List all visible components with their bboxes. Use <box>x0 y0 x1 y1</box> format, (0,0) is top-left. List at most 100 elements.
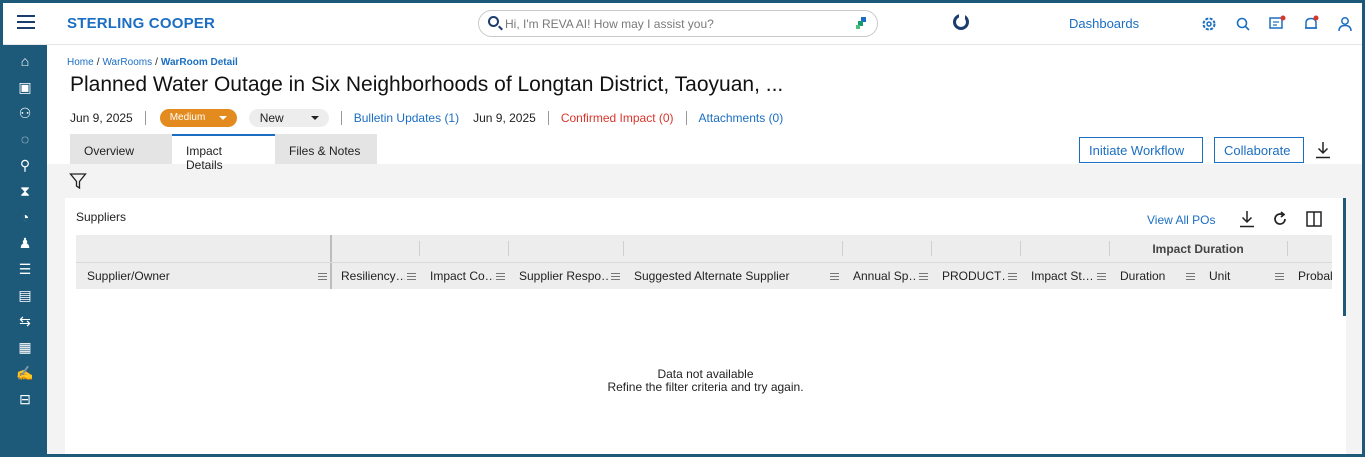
column-menu-icon[interactable] <box>1186 273 1195 280</box>
tab-impact-details[interactable]: Impact Details <box>172 134 275 172</box>
tab-overview[interactable]: Overview <box>70 134 172 164</box>
home-icon[interactable]: ⌂ <box>14 51 36 71</box>
meta-row: Jun 9, 2025 Medium New Bulletin Updates … <box>70 109 783 127</box>
gear-icon[interactable] <box>1200 15 1218 33</box>
search-icon[interactable] <box>1234 15 1252 33</box>
hand-coins-icon[interactable]: ✍ <box>14 363 36 383</box>
user-gear-icon[interactable]: ♟ <box>14 233 36 253</box>
confirmed-impact-link[interactable]: Confirmed Impact (0) <box>561 111 674 125</box>
bell-icon[interactable] <box>1302 15 1320 33</box>
refresh-icon[interactable] <box>1271 210 1289 228</box>
severity-dropdown[interactable]: Medium <box>159 109 237 127</box>
column-menu-icon[interactable] <box>919 273 928 280</box>
warroom-header: Home / WarRooms / WarRoom Detail Planned Wat… <box>47 45 1362 172</box>
column-header[interactable]: Impact Co… <box>430 263 494 289</box>
divider <box>144 111 146 125</box>
suppliers-title: Suppliers <box>76 210 127 224</box>
tab-bar: Overview Impact Details Files & Notes <box>70 134 377 172</box>
top-bar: STERLING COOPER Dashboards <box>3 3 1362 45</box>
column-menu-icon[interactable] <box>318 273 327 280</box>
main-content: Home / WarRooms / WarRoom Detail Planned Wat… <box>47 45 1362 454</box>
transfer-icon[interactable]: ⇆ <box>14 311 36 331</box>
column-menu-icon[interactable] <box>1008 273 1017 280</box>
breadcrumb-home[interactable]: Home <box>67 57 94 68</box>
reva-ai-icon[interactable] <box>855 16 869 30</box>
reva-search-input[interactable] <box>505 15 845 33</box>
chat-alert-icon[interactable] <box>1268 15 1286 33</box>
column-menu-icon[interactable] <box>1275 273 1284 280</box>
scrollbar[interactable] <box>1343 198 1346 316</box>
sidebar: ⌂ ▣ ⚇ ◌ ⚲ ⧗ ◔ ♟ ☰ ▤ ⇆ ▦ ✍ ⊟ <box>3 45 47 454</box>
bulletin-date: Jun 9, 2025 <box>473 111 536 125</box>
suppliers-panel: Suppliers View All POs Impact Duration S… <box>65 198 1346 454</box>
search-bar[interactable] <box>478 10 878 37</box>
divider <box>340 111 342 125</box>
column-header[interactable]: Probal <box>1298 263 1332 289</box>
clipboard-icon[interactable]: ▤ <box>14 285 36 305</box>
divider <box>685 111 687 125</box>
divider <box>931 241 932 256</box>
column-header[interactable]: Duration <box>1120 263 1184 289</box>
collaborate-button[interactable]: Collaborate <box>1214 137 1304 163</box>
pinned-divider <box>330 235 332 262</box>
divider <box>508 241 509 256</box>
dashboards-link[interactable]: Dashboards <box>1069 16 1139 31</box>
divider <box>419 241 420 256</box>
hourglass-icon[interactable]: ⧗ <box>14 181 36 201</box>
page-title: Planned Water Outage in Six Neighborhood… <box>70 73 784 96</box>
column-menu-icon[interactable] <box>407 273 416 280</box>
hamburger-menu-icon[interactable] <box>17 15 35 31</box>
pinned-divider <box>330 263 332 289</box>
event-date: Jun 9, 2025 <box>70 111 133 125</box>
speedometer-icon[interactable]: ◔ <box>14 207 36 227</box>
stack-icon[interactable]: ⊟ <box>14 389 36 409</box>
impact-duration-group-header: Impact Duration <box>1152 242 1244 256</box>
bulletin-updates-link[interactable]: Bulletin Updates (1) <box>354 111 459 125</box>
column-header[interactable]: Supplier Respo… <box>519 263 609 289</box>
column-menu-icon[interactable] <box>496 273 505 280</box>
brand-name: STERLING COOPER <box>67 15 216 32</box>
list-icon[interactable]: ☰ <box>14 259 36 279</box>
column-menu-icon[interactable] <box>1097 273 1106 280</box>
cycle-icon[interactable]: ◌ <box>14 129 36 149</box>
search-user-icon[interactable]: ⚲ <box>14 155 36 175</box>
empty-state-hint: Refine the filter criteria and try again… <box>607 380 804 394</box>
column-menu-icon[interactable] <box>830 273 839 280</box>
breadcrumb: Home / WarRooms / WarRoom Detail <box>67 57 238 68</box>
column-header[interactable]: PRODUCT… <box>942 263 1006 289</box>
status-dropdown[interactable]: New <box>248 109 329 127</box>
column-menu-icon[interactable] <box>611 273 620 280</box>
search-icon <box>488 16 499 27</box>
tab-files-notes[interactable]: Files & Notes <box>275 134 377 164</box>
columns-icon[interactable] <box>1305 210 1323 228</box>
empty-state: Data not available Refine the filter cri… <box>65 368 1346 394</box>
divider <box>547 111 549 125</box>
download-icon[interactable] <box>1238 210 1256 228</box>
column-header[interactable]: Impact St… <box>1031 263 1095 289</box>
divider <box>1287 241 1288 256</box>
user-icon[interactable] <box>1336 15 1354 33</box>
breadcrumb-warrooms[interactable]: WarRooms <box>102 57 152 68</box>
column-header[interactable]: Annual Sp… <box>853 263 917 289</box>
view-all-pos-link[interactable]: View All POs <box>1147 213 1215 227</box>
divider <box>842 241 843 256</box>
breadcrumb-current: WarRoom Detail <box>160 57 238 68</box>
app-frame: STERLING COOPER Dashboards ⌂ ▣ ⚇ ◌ ⚲ ⧗ ◔… <box>0 0 1365 457</box>
column-header[interactable]: Suggested Alternate Supplier <box>634 263 824 289</box>
org-chart-icon[interactable]: ⚇ <box>14 103 36 123</box>
column-header[interactable]: Supplier/Owner <box>87 263 307 289</box>
column-header-row: Supplier/Owner Resiliency… Impact Co… Su… <box>76 262 1332 289</box>
divider <box>1020 241 1021 256</box>
new-grid-icon[interactable]: ▦ <box>14 337 36 357</box>
group-header-row: Impact Duration <box>76 235 1332 262</box>
filter-icon[interactable] <box>69 172 87 190</box>
column-header[interactable]: Resiliency… <box>341 263 405 289</box>
divider <box>623 241 624 256</box>
attachments-link[interactable]: Attachments (0) <box>699 111 784 125</box>
reva-logo-icon[interactable] <box>953 13 969 30</box>
column-header[interactable]: Unit <box>1209 263 1273 289</box>
download-icon[interactable] <box>1315 141 1331 159</box>
suppliers-grid-header: Impact Duration Supplier/Owner Resilienc… <box>76 235 1332 289</box>
initiate-workflow-button[interactable]: Initiate Workflow <box>1079 137 1203 163</box>
calendar-icon[interactable]: ▣ <box>14 77 36 97</box>
